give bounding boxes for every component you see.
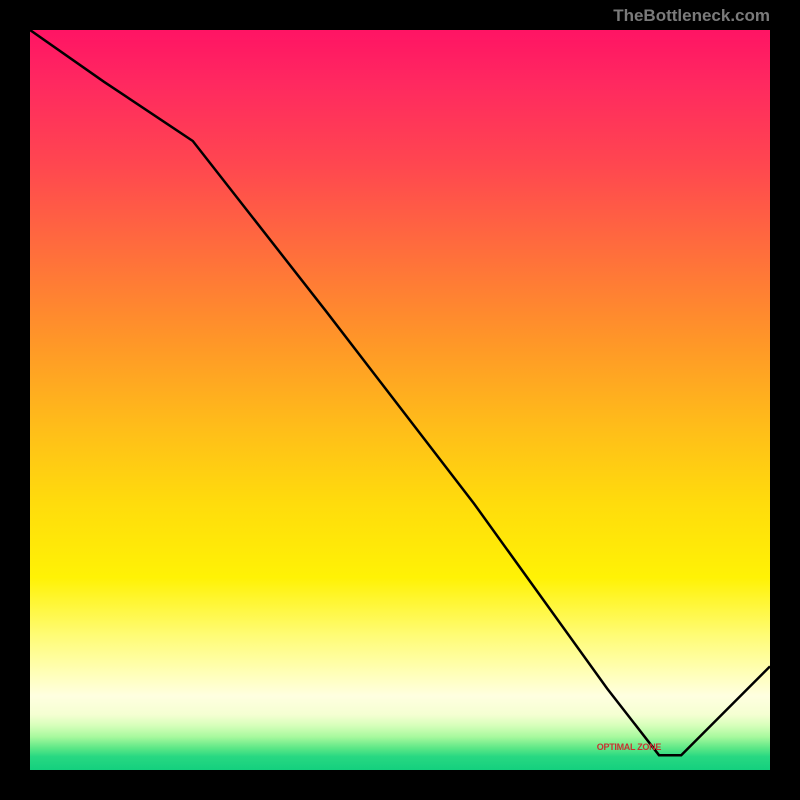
optimal-label: OPTIMAL ZONE [597, 742, 661, 752]
bottleneck-curve [30, 30, 770, 755]
watermark-text: TheBottleneck.com [613, 6, 770, 26]
chart-frame: TheBottleneck.com OPTIMAL ZONE [0, 0, 800, 800]
plot-area: OPTIMAL ZONE [30, 30, 770, 770]
curve-svg [30, 30, 770, 770]
